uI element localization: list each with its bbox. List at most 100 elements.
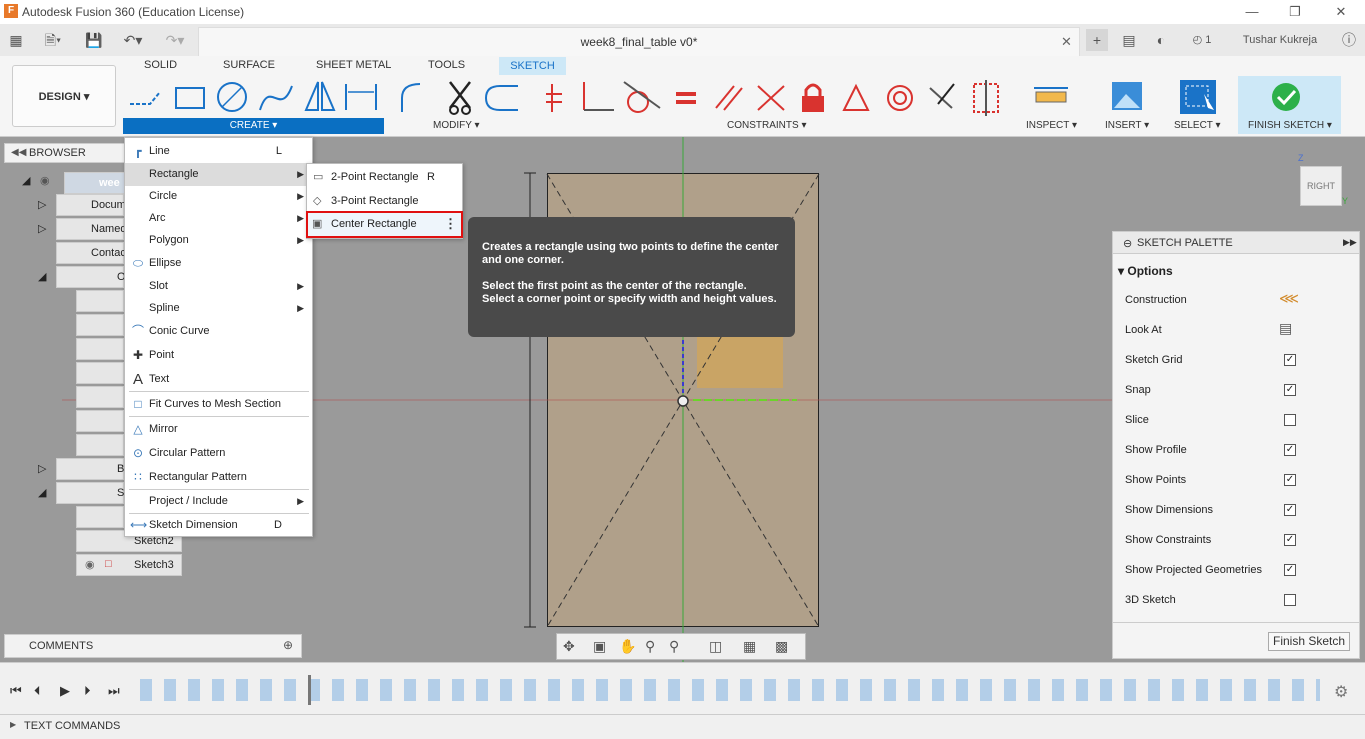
constraints-group-label[interactable]: CONSTRAINTS ▾ [727, 120, 806, 131]
palette-collapse-icon[interactable]: ⊖ [1123, 237, 1132, 250]
offset-tool-icon[interactable] [484, 85, 518, 111]
fit-icon[interactable]: ⚲ [669, 638, 679, 655]
dimension-tool-icon[interactable] [345, 84, 377, 110]
rectangle-tool-icon[interactable] [175, 87, 205, 109]
menu-item-conic-curve[interactable]: ⌒ Conic Curve [125, 320, 312, 343]
browser-row-origin-axis[interactable] [76, 338, 124, 360]
zoom-icon[interactable]: ⚲ [645, 638, 655, 655]
job-status[interactable]: ◴ 1 [1184, 29, 1220, 51]
new-tab-icon[interactable]: + [1086, 29, 1108, 51]
coincident-constraint-icon[interactable] [757, 85, 785, 111]
show-projected-checkbox[interactable]: ✓ [1284, 564, 1296, 576]
equal-constraint-icon[interactable] [676, 92, 696, 104]
menu-item-line[interactable]: ┏ Line L [125, 140, 312, 163]
tab-solid[interactable]: SOLID [144, 59, 177, 71]
browser-row-root[interactable]: wee [64, 172, 126, 194]
tab-surface[interactable]: SURFACE [223, 59, 275, 71]
browser-row-origin-plane[interactable] [76, 434, 124, 456]
show-constraints-checkbox[interactable]: ✓ [1284, 534, 1296, 546]
collapse-browser-icon[interactable]: ◀◀ [11, 147, 26, 158]
grid-settings-icon[interactable]: ▦ [743, 638, 756, 655]
user-account[interactable]: Tushar Kukreja [1240, 29, 1320, 51]
slice-checkbox[interactable] [1284, 414, 1296, 426]
submenu-item-3-point-rectangle[interactable]: ◇ 3-Point Rectangle [307, 190, 462, 213]
look-at-icon[interactable]: ▣ [593, 638, 606, 655]
menu-item-text[interactable]: A Text [125, 368, 312, 391]
show-profile-checkbox[interactable]: ✓ [1284, 444, 1296, 456]
menu-item-ellipse[interactable]: ⬭ Ellipse [125, 252, 312, 275]
menu-item-fit-curves[interactable]: □ Fit Curves to Mesh Section [125, 393, 312, 416]
step-back-icon[interactable]: ⏴ [34, 683, 41, 699]
viewcube[interactable]: RIGHT [1300, 166, 1342, 206]
redo-icon[interactable]: ↷▾ [158, 29, 192, 51]
menu-item-spline[interactable]: Spline ▶ [125, 297, 312, 320]
expand-arrow-icon[interactable]: ▷ [38, 462, 46, 475]
menu-item-project-include[interactable]: Project / Include ▶ [125, 490, 312, 513]
expand-arrow-icon[interactable]: ▷ [38, 198, 46, 211]
expand-root-icon[interactable]: ◢ [22, 174, 30, 187]
menu-item-rectangle[interactable]: Rectangle ▶ [125, 163, 312, 186]
select-group-label[interactable]: SELECT ▾ [1174, 120, 1221, 131]
orbit-icon[interactable]: ✥ [563, 638, 575, 655]
symmetry-constraint-icon[interactable] [973, 80, 999, 116]
expand-arrow-icon[interactable]: ◢ [38, 270, 46, 283]
pan-icon[interactable]: ✋ [619, 638, 636, 655]
insert-image-icon[interactable] [1112, 82, 1142, 110]
options-section[interactable]: ▾ Options [1118, 264, 1173, 278]
midpoint-constraint-icon[interactable] [842, 83, 870, 111]
visibility-eye-icon[interactable]: ◉ [40, 174, 50, 187]
more-options-icon[interactable]: ⋮ [444, 216, 457, 232]
browser-row-sketch1[interactable] [76, 506, 124, 528]
expand-arrow-icon[interactable]: ◢ [38, 486, 46, 499]
notifications-icon[interactable]: ▤ [1118, 29, 1140, 51]
workspace-switcher[interactable]: DESIGN ▾ [12, 65, 116, 127]
measure-icon[interactable] [1034, 87, 1068, 103]
construction-icon[interactable]: ⋘ [1279, 290, 1299, 307]
snap-checkbox[interactable]: ✓ [1284, 384, 1296, 396]
collinear-constraint-icon[interactable] [929, 83, 955, 109]
menu-item-circle[interactable]: Circle ▶ [125, 185, 312, 208]
viewports-icon[interactable]: ▩ [775, 638, 788, 655]
menu-item-sketch-dimension[interactable]: ⟷ Sketch Dimension D [125, 514, 312, 537]
3d-sketch-checkbox[interactable] [1284, 594, 1296, 606]
select-icon[interactable] [1180, 80, 1216, 114]
finish-sketch-check-icon[interactable] [1272, 83, 1300, 111]
browser-row-origin-plane[interactable] [76, 386, 124, 408]
circle-tool-icon[interactable] [217, 82, 247, 112]
help-icon[interactable]: ⓘ [1338, 29, 1360, 51]
menu-item-rectangular-pattern[interactable]: ∷ Rectangular Pattern [125, 466, 312, 489]
create-group-label[interactable]: CREATE ▾ [123, 118, 384, 134]
finish-sketch-group-label[interactable]: FINISH SKETCH ▾ [1248, 120, 1332, 131]
document-tab[interactable]: week8_final_table v0* ✕ [198, 27, 1080, 56]
text-commands-bar[interactable]: ▶ TEXT COMMANDS [0, 714, 1365, 739]
fix-constraint-icon[interactable] [802, 83, 824, 112]
perpendicular-constraint-icon[interactable] [583, 82, 614, 111]
menu-item-circular-pattern[interactable]: ⊙ Circular Pattern [125, 442, 312, 465]
browser-row-origin-plane[interactable] [76, 410, 124, 432]
browser-row-bodies[interactable]: B [56, 458, 124, 480]
parallel-constraint-icon[interactable] [715, 85, 743, 111]
display-settings-icon[interactable]: ◫ [709, 638, 722, 655]
add-comment-icon[interactable]: ⊕ [283, 638, 293, 652]
close-document-icon[interactable]: ✕ [1061, 34, 1072, 50]
browser-row-named-views[interactable]: Named [56, 218, 126, 240]
tab-sketch[interactable]: SKETCH [499, 57, 566, 75]
spline-tool-icon[interactable] [259, 85, 293, 111]
tab-tools[interactable]: TOOLS [428, 59, 465, 71]
step-forward-icon[interactable]: ⏵ [84, 683, 91, 699]
line-tool-icon[interactable] [130, 91, 161, 105]
browser-row-origin-axis[interactable] [76, 314, 124, 336]
expand-text-commands-icon[interactable]: ▶ [10, 720, 16, 729]
insert-group-label[interactable]: INSERT ▾ [1105, 120, 1149, 131]
modify-group-label[interactable]: MODIFY ▾ [433, 120, 480, 131]
data-panel-grid-icon[interactable]: ▦ [6, 29, 26, 51]
show-points-checkbox[interactable]: ✓ [1284, 474, 1296, 486]
go-to-end-icon[interactable]: ⏭ [108, 683, 120, 699]
menu-item-arc[interactable]: Arc ▶ [125, 207, 312, 230]
timeline-features[interactable] [140, 679, 1320, 701]
mirror-tool-icon[interactable] [304, 81, 336, 111]
file-menu-icon[interactable]: 🗎▾ [38, 29, 68, 51]
timeline-settings-gear-icon[interactable]: ⚙ [1334, 682, 1348, 702]
submenu-item-center-rectangle[interactable]: ▣ Center Rectangle ⋮ [306, 211, 463, 238]
horizontal-constraint-icon[interactable] [546, 84, 562, 112]
